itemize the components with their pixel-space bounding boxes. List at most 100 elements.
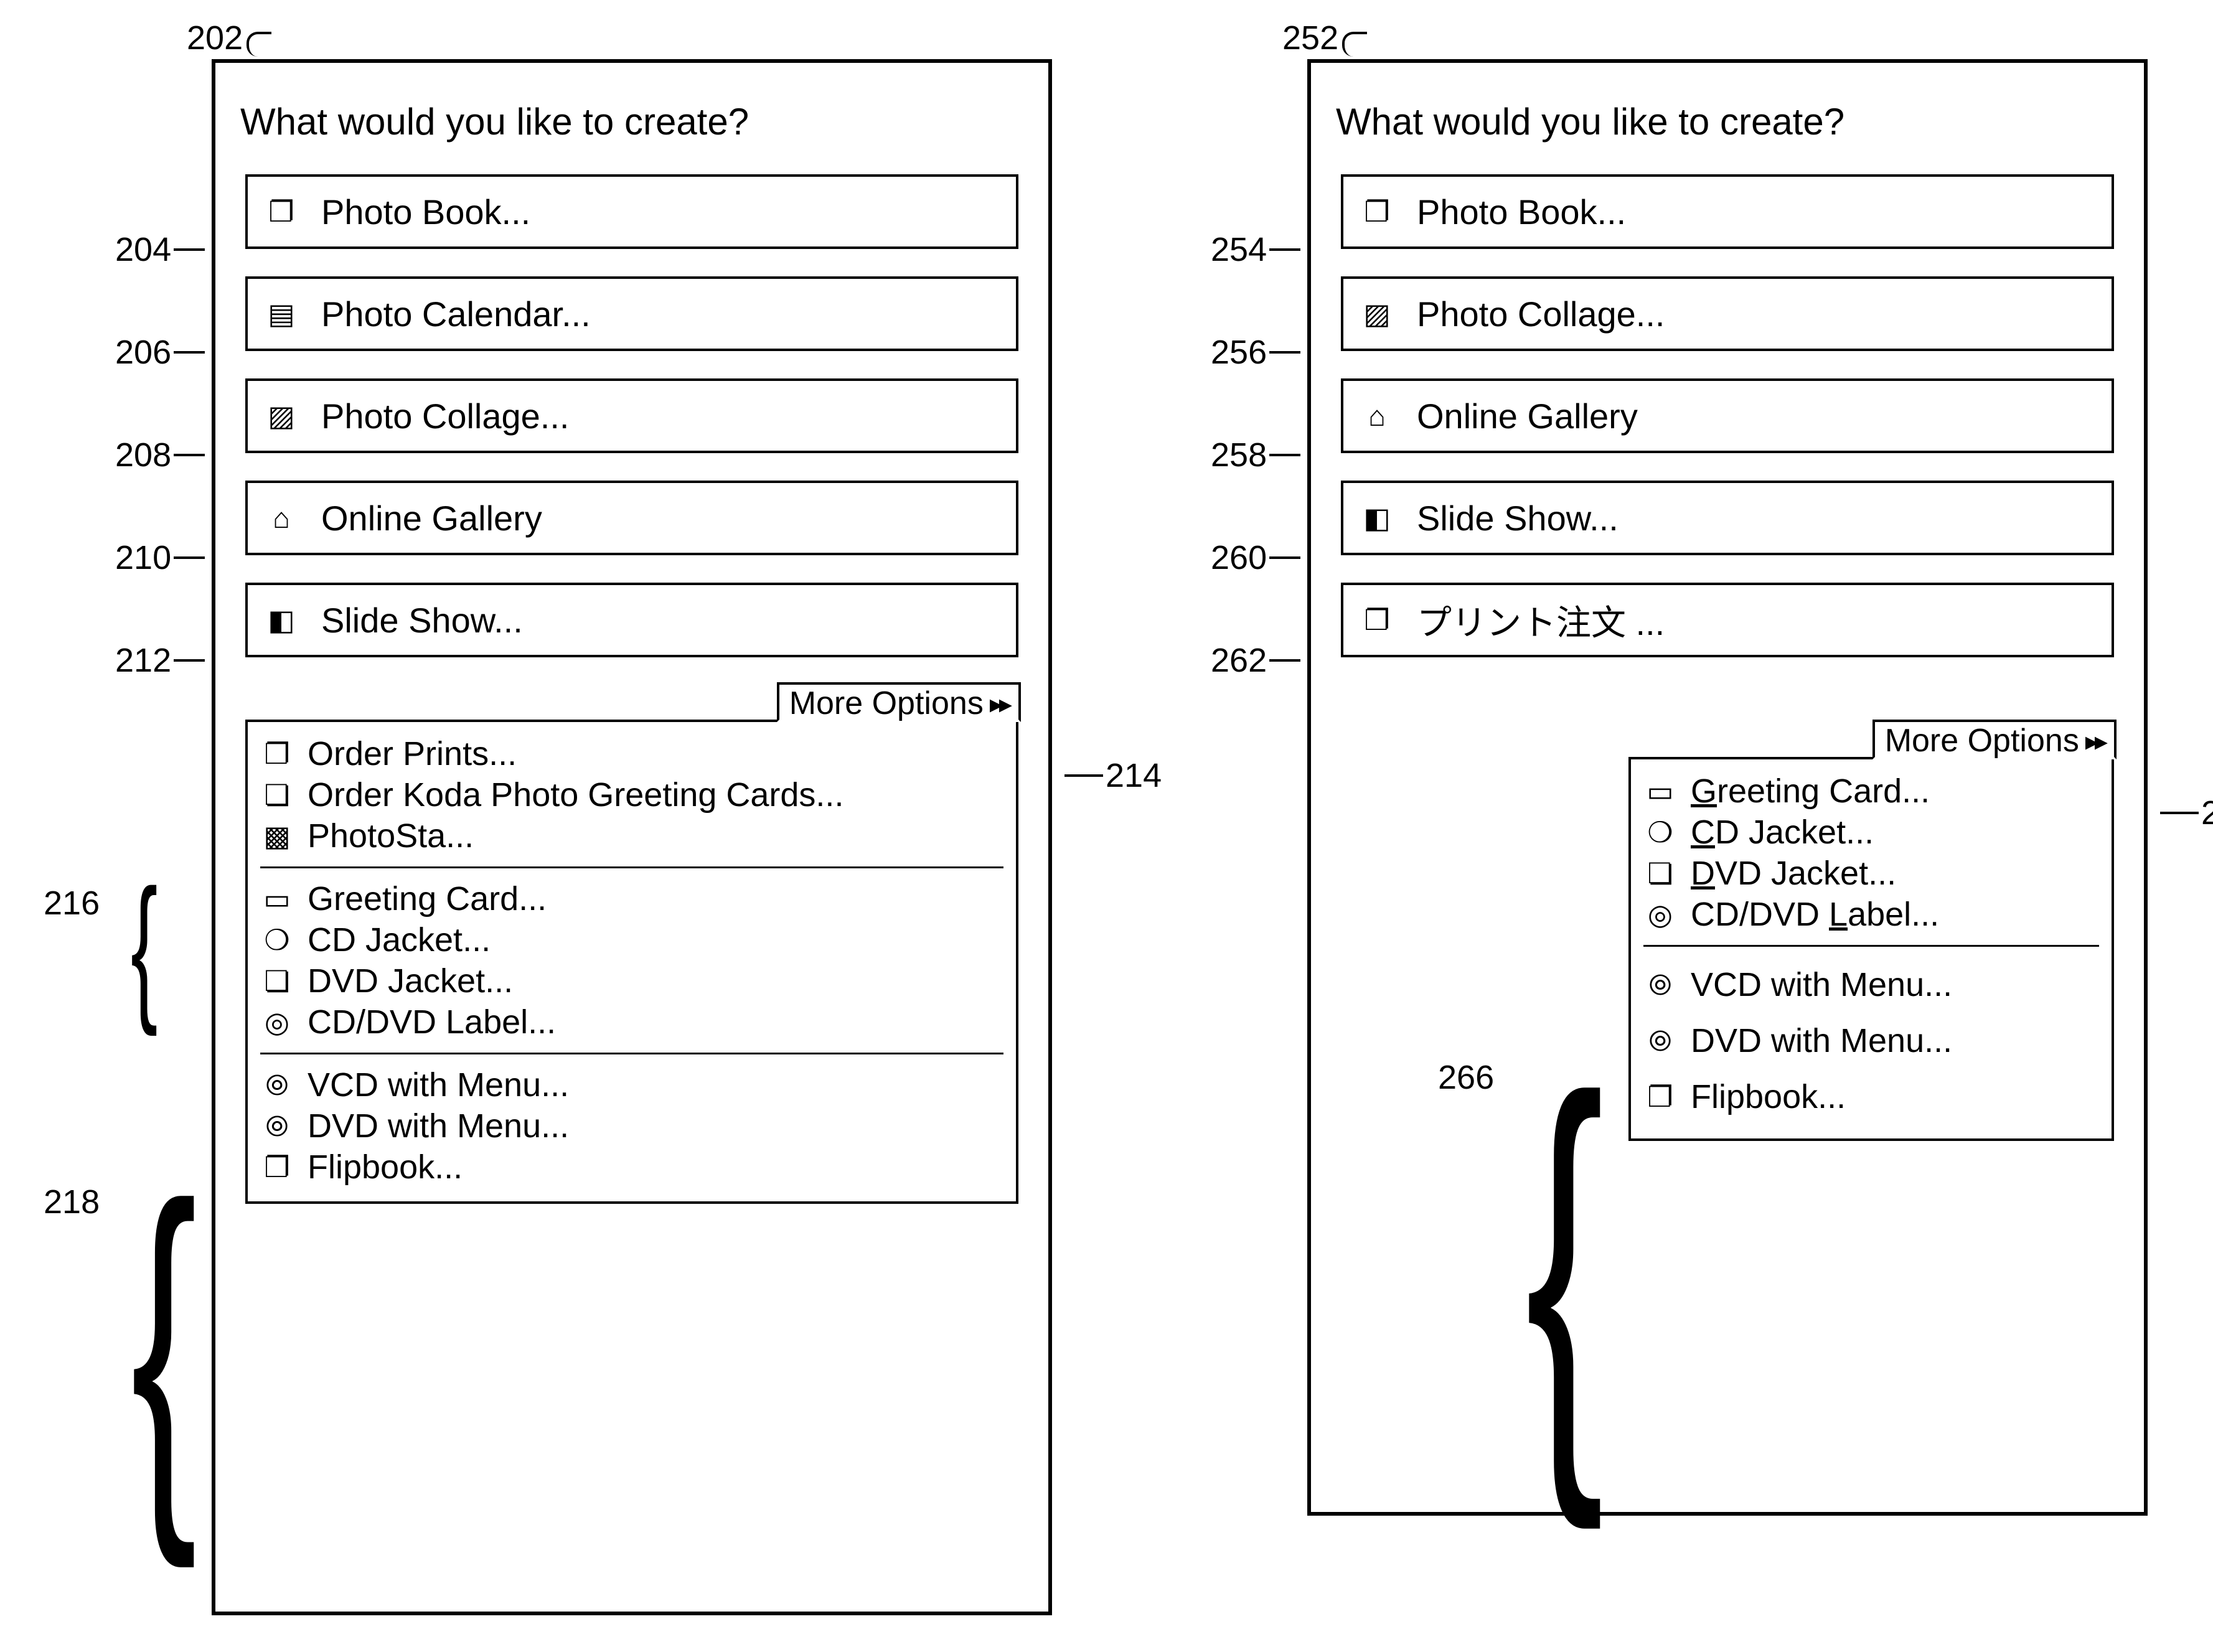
photo-collage-icon: ▨ [263, 401, 300, 430]
chevron-right-icon: ▸▸ [2085, 726, 2104, 756]
online-gallery-button-r[interactable]: ⌂ Online Gallery [1341, 378, 2114, 453]
photosta-label: PhotoSta... [308, 817, 474, 855]
prompt-right: What would you like to create? [1336, 100, 2144, 143]
prompt-left: What would you like to create? [240, 100, 1048, 143]
flipbook-label: Flipbook... [1691, 1077, 1846, 1116]
slide-show-label: Slide Show... [321, 600, 523, 641]
ref-214: 214 [1064, 756, 1162, 795]
dvd-menu-icon: ⦾ [1643, 1026, 1677, 1055]
ref-254: 254 [1211, 230, 1300, 269]
brace-216: { [131, 890, 157, 1003]
online-gallery-button[interactable]: ⌂ Online Gallery [245, 481, 1018, 555]
cd-jacket-icon: ❍ [260, 926, 294, 954]
photo-collage-label: Photo Collage... [321, 396, 569, 436]
ref-258: 258 [1211, 436, 1300, 474]
cddvd-label-label: CD/DVD Label... [1691, 895, 1939, 934]
cd-jacket-label: CD Jacket... [308, 921, 491, 959]
ref-262: 262 [1211, 641, 1300, 680]
greeting-card-icon: ▭ [1643, 777, 1677, 805]
print-order-icon: ❐ [1358, 606, 1396, 634]
brace-218: { [131, 1208, 197, 1486]
photo-book-icon: ❐ [1358, 197, 1396, 226]
separator [260, 1053, 1003, 1054]
more-options-label: More Options [789, 685, 984, 722]
panel-left: What would you like to create? ❐ Photo B… [212, 59, 1052, 1615]
ref-210: 210 [115, 538, 205, 577]
photo-book-button[interactable]: ❐ Photo Book... [245, 174, 1018, 249]
greeting-card-item[interactable]: ▭ Greeting Card... [260, 878, 1003, 919]
ref-206: 206 [115, 333, 205, 372]
flipbook-item[interactable]: ❐ Flipbook... [260, 1147, 1003, 1188]
cd-jacket-item[interactable]: ❍ CD Jacket... [260, 919, 1003, 960]
ref-216: 216 [44, 884, 100, 922]
slide-show-button-r[interactable]: ◧ Slide Show... [1341, 481, 2114, 555]
more-options-tab-right[interactable]: More Options ▸▸ [1872, 720, 2117, 759]
photo-collage-button-r[interactable]: ▨ Photo Collage... [1341, 276, 2114, 351]
cd-jacket-icon: ❍ [1643, 818, 1677, 847]
photo-collage-icon: ▨ [1358, 299, 1396, 328]
order-koda-label: Order Koda Photo Greeting Cards... [308, 776, 843, 814]
photo-calendar-icon: ▤ [263, 299, 300, 328]
ref-260: 260 [1211, 538, 1300, 577]
online-gallery-label: Online Gallery [321, 498, 542, 538]
ref-204: 204 [115, 230, 205, 269]
more-options-box-left: ❐ Order Prints... ❏ Order Koda Photo Gre… [245, 720, 1018, 1204]
order-prints-item[interactable]: ❐ Order Prints... [260, 733, 1003, 774]
print-order-button-r[interactable]: ❐ プリント注文 ... [1341, 583, 2114, 657]
more-options-left: More Options ▸▸ ❐ Order Prints... ❏ Orde… [245, 720, 1018, 1204]
dvd-menu-label: DVD with Menu... [1691, 1021, 1952, 1060]
photo-calendar-label: Photo Calendar... [321, 294, 591, 334]
slide-show-icon: ◧ [263, 606, 300, 634]
greeting-card-icon: ▭ [260, 885, 294, 913]
dvd-jacket-icon: ❏ [260, 967, 294, 995]
ref-208: 208 [115, 436, 205, 474]
flipbook-label: Flipbook... [308, 1148, 463, 1186]
slide-show-button[interactable]: ◧ Slide Show... [245, 583, 1018, 657]
separator [1643, 945, 2099, 947]
dvd-jacket-icon: ❏ [1643, 859, 1677, 888]
vcd-menu-item-r[interactable]: ⦾ VCD with Menu... [1643, 957, 2099, 1013]
cddvd-label-item[interactable]: ◎ CD/DVD Label... [260, 1002, 1003, 1043]
cddvd-label-icon: ◎ [1643, 900, 1677, 929]
online-gallery-icon: ⌂ [1358, 401, 1396, 430]
ref-212: 212 [115, 641, 205, 680]
photosta-icon: ▩ [260, 822, 294, 850]
photo-book-label: Photo Book... [1417, 192, 1626, 232]
cddvd-label-label: CD/DVD Label... [308, 1003, 556, 1041]
greeting-card-item-r[interactable]: ▭ Greeting Card... [1643, 771, 2099, 812]
photo-book-button-r[interactable]: ❐ Photo Book... [1341, 174, 2114, 249]
more-options-tab-left[interactable]: More Options ▸▸ [777, 682, 1021, 722]
vcd-menu-icon: ⦾ [1643, 970, 1677, 999]
ref-266: 266 [1438, 1058, 1494, 1097]
dvd-menu-item-r[interactable]: ⦾ DVD with Menu... [1643, 1013, 2099, 1069]
photosta-item[interactable]: ▩ PhotoSta... [260, 815, 1003, 857]
ref-218: 218 [44, 1183, 100, 1221]
photo-calendar-button[interactable]: ▤ Photo Calendar... [245, 276, 1018, 351]
greeting-card-label: Greeting Card... [308, 880, 547, 918]
dvd-jacket-item-r[interactable]: ❏ DVD Jacket... [1643, 853, 2099, 894]
dvd-jacket-item[interactable]: ❏ DVD Jacket... [260, 960, 1003, 1002]
cd-jacket-item-r[interactable]: ❍ CD Jacket... [1643, 812, 2099, 853]
order-prints-label: Order Prints... [308, 734, 517, 773]
print-order-label: プリント注文 ... [1417, 595, 1665, 645]
dvd-menu-item[interactable]: ⦾ DVD with Menu... [260, 1105, 1003, 1147]
vcd-menu-item[interactable]: ⦾ VCD with Menu... [260, 1064, 1003, 1105]
flipbook-icon: ❐ [1643, 1082, 1677, 1111]
vcd-menu-icon: ⦾ [260, 1071, 294, 1099]
chevron-right-icon: ▸▸ [990, 688, 1008, 719]
photo-book-icon: ❐ [263, 197, 300, 226]
ref-256: 256 [1211, 333, 1300, 372]
more-options-label: More Options [1885, 722, 2079, 759]
cddvd-label-item-r[interactable]: ◎ CD/DVD Label... [1643, 894, 2099, 935]
dvd-menu-icon: ⦾ [260, 1112, 294, 1140]
ref-264: 264 [2160, 794, 2213, 832]
photo-book-label: Photo Book... [321, 192, 530, 232]
separator [260, 866, 1003, 868]
ref-252: 252 [1282, 19, 1367, 57]
flipbook-item-r[interactable]: ❐ Flipbook... [1643, 1069, 2099, 1125]
ref-202: 202 [187, 19, 271, 57]
slide-show-label: Slide Show... [1417, 498, 1619, 538]
order-koda-item[interactable]: ❏ Order Koda Photo Greeting Cards... [260, 774, 1003, 815]
photo-collage-button[interactable]: ▨ Photo Collage... [245, 378, 1018, 453]
panel-right: What would you like to create? ❐ Photo B… [1307, 59, 2148, 1516]
